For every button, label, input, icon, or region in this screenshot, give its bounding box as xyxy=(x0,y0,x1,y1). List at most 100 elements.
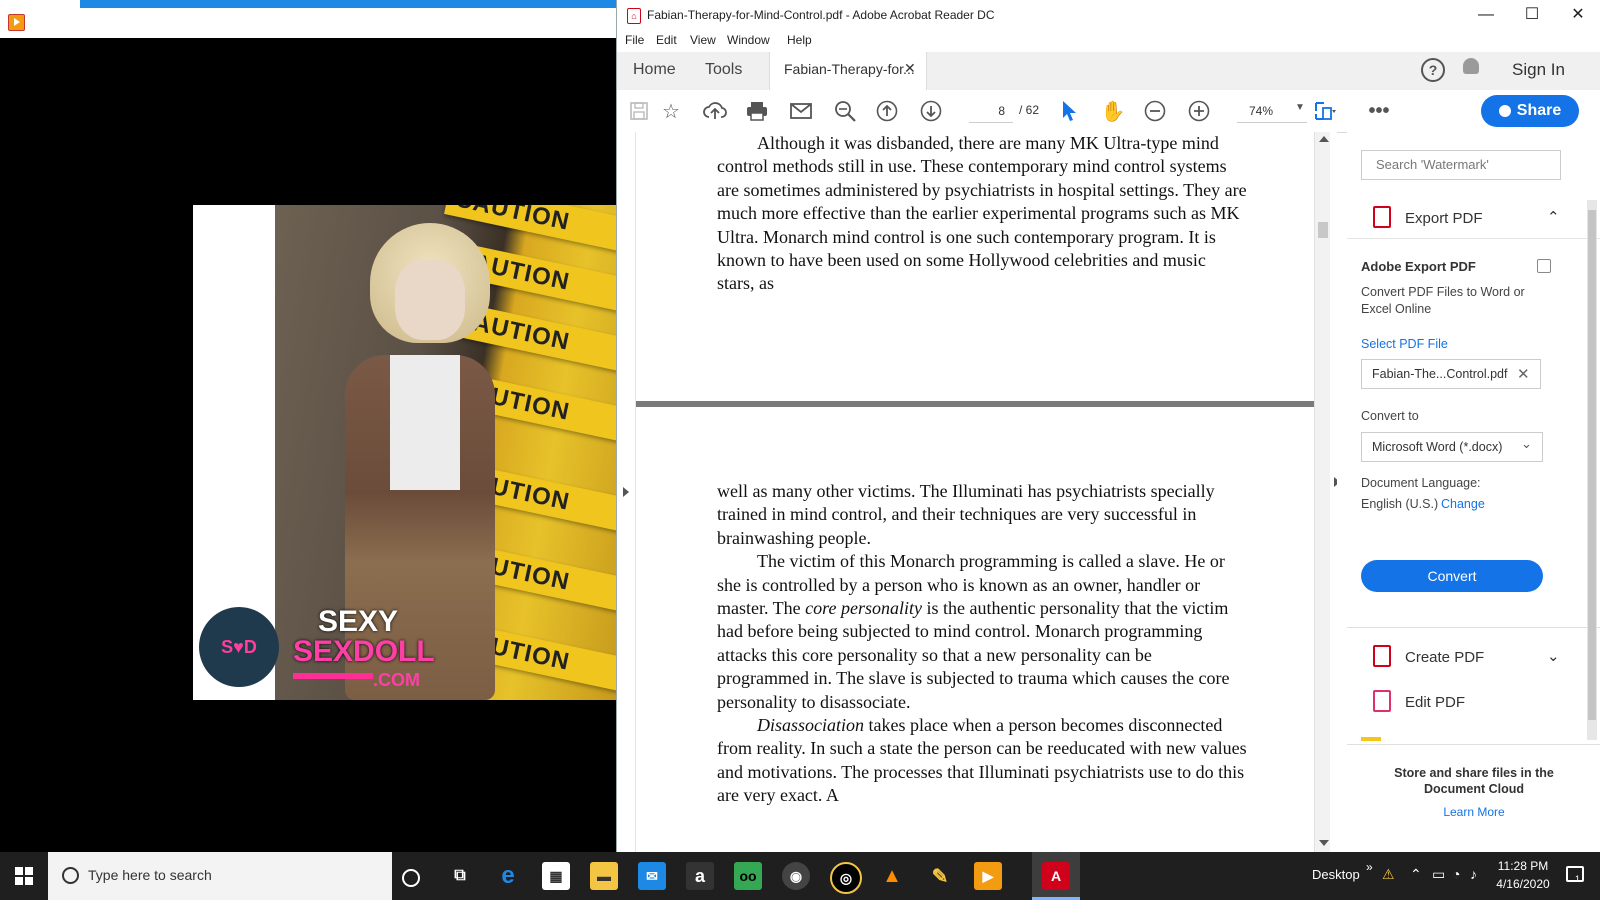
page-break xyxy=(636,401,1314,407)
scrollbar-thumb[interactable] xyxy=(1318,222,1328,238)
windows-logo-icon xyxy=(15,867,33,885)
pane-divider xyxy=(1347,627,1600,628)
media-player-icon[interactable] xyxy=(8,14,25,31)
close-tab-icon[interactable]: ✕ xyxy=(904,60,916,77)
paragraph: Although it was disbanded, there are man… xyxy=(717,133,1247,294)
right-panel-toggle[interactable] xyxy=(1330,132,1337,852)
tools-search-input[interactable]: Search 'Watermark' xyxy=(1361,150,1561,180)
more-options-icon[interactable]: ••• xyxy=(1367,99,1391,123)
print-icon[interactable] xyxy=(745,99,769,123)
store-icon[interactable]: ▦ xyxy=(542,862,570,890)
tab-home[interactable]: Home xyxy=(633,61,676,79)
network-icon[interactable]: ◔ xyxy=(1452,866,1460,882)
watermark-layer: S♥D SEXY SEXDOLL .COM xyxy=(193,205,616,700)
taskbar-search-box[interactable]: Type here to search xyxy=(48,852,392,900)
save-icon[interactable] xyxy=(627,99,651,123)
scroll-up-arrow-icon[interactable] xyxy=(1319,136,1329,142)
menu-edit[interactable]: Edit xyxy=(656,33,677,47)
export-pdf-icon xyxy=(1373,206,1391,228)
tab-document-label: Fabian-Therapy-for... xyxy=(784,61,915,77)
create-pdf-row[interactable]: Create PDF ⌄ xyxy=(1347,639,1600,675)
menu-view[interactable]: View xyxy=(690,33,716,47)
paragraph: well as many other victims. The Illumina… xyxy=(717,481,1215,548)
tab-document[interactable]: Fabian-Therapy-for... ✕ xyxy=(769,52,927,90)
chevron-down-icon[interactable]: ⌄ xyxy=(1521,436,1532,452)
export-pdf-row[interactable]: Export PDF ⌃ xyxy=(1347,198,1600,239)
convert-button[interactable]: Convert xyxy=(1361,560,1543,592)
change-language-link[interactable]: Change xyxy=(1441,497,1485,511)
video-player-icon[interactable]: ▶ xyxy=(974,862,1002,890)
desktop-toolbar-label[interactable]: Desktop xyxy=(1312,867,1360,882)
edit-pdf-icon xyxy=(1373,690,1391,712)
emphasized-term: core personality xyxy=(805,598,922,619)
sign-in-link[interactable]: Sign In xyxy=(1512,60,1565,80)
chevron-down-icon[interactable]: ▼ xyxy=(1295,102,1305,113)
share-button[interactable]: Share xyxy=(1481,95,1579,127)
tab-tools[interactable]: Tools xyxy=(705,61,742,79)
pane-scrollbar-thumb[interactable] xyxy=(1588,210,1596,720)
previous-page-icon[interactable] xyxy=(875,99,899,123)
cortana-icon[interactable] xyxy=(402,869,420,887)
acrobat-icon[interactable]: A xyxy=(1042,862,1070,890)
scroll-down-arrow-icon[interactable] xyxy=(1319,840,1329,846)
menu-window[interactable]: Window xyxy=(727,33,770,47)
select-pdf-file-link[interactable]: Select PDF File xyxy=(1361,337,1448,351)
learn-more-link[interactable]: Learn More xyxy=(1367,805,1581,819)
chevron-up-icon[interactable]: ⌃ xyxy=(1547,208,1560,226)
edit-pdf-row[interactable]: Edit PDF xyxy=(1347,684,1600,720)
pane-scrollbar[interactable] xyxy=(1587,200,1597,740)
vlc-icon[interactable]: ▲ xyxy=(878,862,906,890)
window-title: Fabian-Therapy-for-Mind-Control.pdf - Ad… xyxy=(647,8,995,22)
document-scrollbar[interactable] xyxy=(1314,132,1331,852)
file-explorer-icon[interactable]: ▬ xyxy=(590,862,618,890)
clock-date[interactable]: 4/16/2020 xyxy=(1488,877,1558,891)
warning-icon[interactable]: ⚠ xyxy=(1382,866,1395,883)
watermark-text-line2: SEXDOLL xyxy=(293,635,435,668)
bookmark-star-icon[interactable]: ☆ xyxy=(659,99,683,123)
menu-help[interactable]: Help xyxy=(787,33,812,47)
next-page-icon[interactable] xyxy=(919,99,943,123)
mail-icon[interactable]: ✉ xyxy=(638,862,666,890)
amazon-icon[interactable]: a xyxy=(686,862,714,890)
maximize-button[interactable]: ☐ xyxy=(1509,0,1555,30)
fit-page-icon[interactable] xyxy=(1313,99,1337,123)
camera-app-icon[interactable]: ◎ xyxy=(830,862,862,894)
menu-file[interactable]: File xyxy=(625,33,644,47)
document-language-label: Document Language: xyxy=(1361,476,1481,490)
tools-app-icon[interactable]: ✎ xyxy=(926,862,954,890)
help-icon[interactable]: ? xyxy=(1421,58,1445,82)
left-panel-toggle[interactable] xyxy=(617,132,636,852)
search-icon xyxy=(62,867,79,884)
close-button[interactable]: ✕ xyxy=(1555,0,1600,30)
task-view-icon[interactable]: ⧉ xyxy=(446,862,474,890)
selected-file-field[interactable]: Fabian-The...Control.pdf xyxy=(1361,359,1541,389)
toolbar-overflow-icon[interactable]: » xyxy=(1366,860,1373,874)
format-select[interactable]: Microsoft Word (*.docx) xyxy=(1361,432,1543,462)
volume-icon[interactable]: ♪ xyxy=(1470,866,1477,882)
document-language-value: English (U.S.) xyxy=(1361,497,1439,511)
page-number-input[interactable]: 8 xyxy=(969,99,1013,123)
start-button[interactable] xyxy=(0,852,48,900)
tray-overflow-icon[interactable]: ⌃ xyxy=(1410,866,1422,883)
zoom-out-icon[interactable] xyxy=(1143,99,1167,123)
chevron-down-icon[interactable]: ⌄ xyxy=(1547,647,1560,665)
add-person-icon xyxy=(1498,104,1511,117)
hand-tool-icon[interactable]: ✋ xyxy=(1101,99,1126,123)
notifications-bell-icon[interactable] xyxy=(1463,58,1479,74)
clock-time[interactable]: 11:28 PM xyxy=(1488,859,1558,873)
tripadvisor-icon[interactable]: oo xyxy=(734,862,762,890)
watermark-logo: S♥D xyxy=(199,607,279,687)
upload-cloud-icon[interactable] xyxy=(703,99,727,123)
copy-icon[interactable] xyxy=(1537,259,1551,273)
clear-file-icon[interactable]: ✕ xyxy=(1517,365,1530,383)
document-viewport[interactable]: Although it was disbanded, there are man… xyxy=(617,132,1337,852)
edge-browser-icon[interactable]: e xyxy=(494,862,522,890)
zoom-search-icon[interactable] xyxy=(833,99,857,123)
zoom-in-icon[interactable] xyxy=(1187,99,1211,123)
minimize-button[interactable]: — xyxy=(1463,0,1509,30)
email-icon[interactable] xyxy=(789,99,813,123)
media-app-icon[interactable]: ◉ xyxy=(782,862,810,890)
select-cursor-icon[interactable] xyxy=(1057,99,1081,123)
battery-icon[interactable]: ▭ xyxy=(1432,866,1445,883)
convert-to-label: Convert to xyxy=(1361,409,1419,423)
